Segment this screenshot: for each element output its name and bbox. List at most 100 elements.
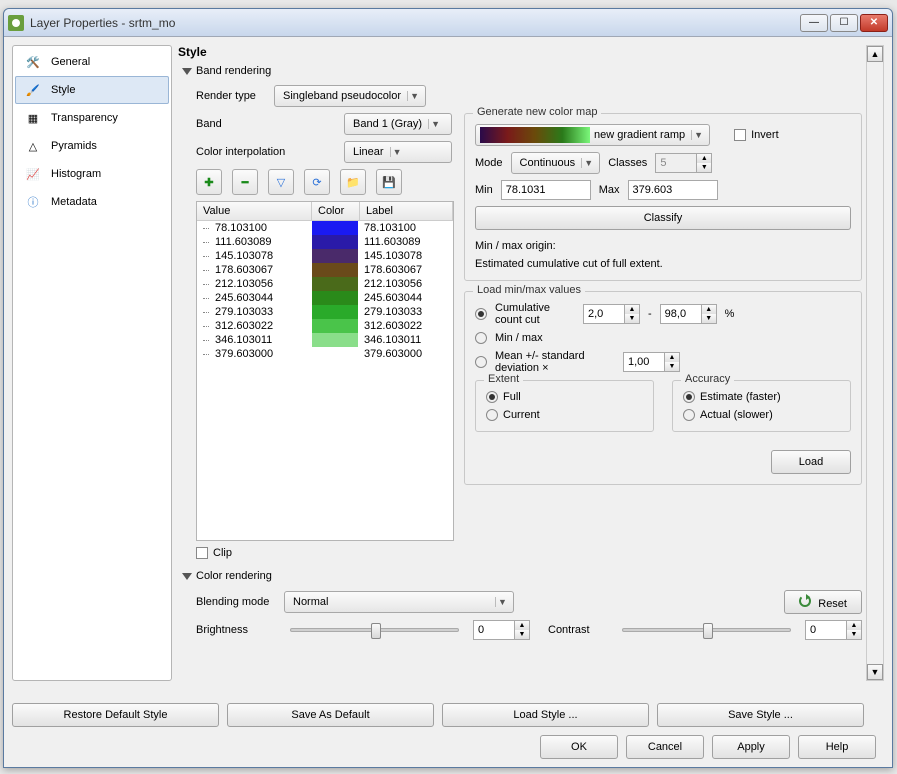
up-icon[interactable]: ▲ [702, 305, 716, 314]
extent-current-radio[interactable]: Current [486, 409, 540, 421]
gradient-combo[interactable]: new gradient ramp ▼ [475, 124, 710, 146]
down-icon[interactable]: ▼ [625, 314, 639, 323]
cell-label: 279.103033 [360, 306, 453, 318]
down-icon[interactable]: ▼ [702, 314, 716, 323]
section-title: Band rendering [196, 65, 271, 77]
stddev-input[interactable] [623, 352, 665, 372]
reset-button[interactable]: Reset [784, 590, 862, 614]
color-table: Value Color Label 78.10310078.103100111.… [196, 201, 454, 541]
sidebar-item-metadata[interactable]: ⓘ Metadata [15, 188, 169, 216]
scroll-track[interactable] [868, 62, 882, 664]
col-value[interactable]: Value [197, 202, 312, 220]
contrast-input[interactable] [805, 620, 847, 640]
page-title: Style [178, 45, 862, 59]
blend-combo[interactable]: Normal ▼ [284, 591, 514, 613]
brightness-spinner[interactable]: ▲▼ [473, 620, 530, 640]
table-row[interactable]: 245.603044245.603044 [197, 291, 453, 305]
load-style-button[interactable]: Load Style ... [442, 703, 649, 727]
cum-lo-input[interactable] [583, 304, 625, 324]
open-file-button[interactable]: 📁 [340, 169, 366, 195]
titlebar[interactable]: Layer Properties - srtm_mo — ☐ ✕ [4, 9, 892, 37]
table-row[interactable]: 379.603000379.603000 [197, 347, 453, 361]
band-combo[interactable]: Band 1 (Gray) ▼ [344, 113, 452, 135]
accuracy-est-radio[interactable]: Estimate (faster) [683, 391, 781, 403]
cum-lo-spinner[interactable]: ▲▼ [583, 304, 640, 324]
col-label[interactable]: Label [360, 202, 453, 220]
max-input[interactable] [628, 180, 718, 200]
table-row[interactable]: 78.10310078.103100 [197, 221, 453, 235]
down-icon[interactable]: ▼ [697, 163, 711, 172]
classes-label: Classes [608, 157, 647, 169]
add-entry-button[interactable]: ✚ [196, 169, 222, 195]
scroll-down-icon[interactable]: ▼ [867, 664, 883, 680]
accuracy-act-radio[interactable]: Actual (slower) [683, 409, 773, 421]
cumulative-radio[interactable] [475, 308, 487, 320]
down-icon[interactable]: ▼ [847, 630, 861, 639]
sidebar-item-histogram[interactable]: 📈 Histogram [15, 160, 169, 188]
up-icon[interactable]: ▲ [515, 621, 529, 630]
save-file-button[interactable]: 💾 [376, 169, 402, 195]
up-icon[interactable]: ▲ [697, 154, 711, 163]
up-icon[interactable]: ▲ [625, 305, 639, 314]
render-type-combo[interactable]: Singleband pseudocolor ▼ [274, 85, 426, 107]
sidebar-item-style[interactable]: 🖌️ Style [15, 76, 169, 104]
cum-hi-spinner[interactable]: ▲▼ [660, 304, 717, 324]
minimize-button[interactable]: — [800, 14, 828, 32]
remove-entry-button[interactable]: ━ [232, 169, 258, 195]
table-row[interactable]: 279.103033279.103033 [197, 305, 453, 319]
extent-full-radio[interactable]: Full [486, 391, 521, 403]
minmax-radio[interactable] [475, 332, 487, 344]
refresh-button[interactable]: ⟳ [304, 169, 330, 195]
col-color[interactable]: Color [312, 202, 360, 220]
sidebar-item-transparency[interactable]: ▦ Transparency [15, 104, 169, 132]
cell-value: 78.103100 [197, 222, 312, 234]
sidebar-item-general[interactable]: 🛠️ General [15, 48, 169, 76]
close-button[interactable]: ✕ [860, 14, 888, 32]
cell-value: 145.103078 [197, 250, 312, 262]
table-row[interactable]: 145.103078145.103078 [197, 249, 453, 263]
help-button[interactable]: Help [798, 735, 876, 759]
down-icon[interactable]: ▼ [665, 362, 679, 371]
sort-button[interactable]: ▽ [268, 169, 294, 195]
apply-button[interactable]: Apply [712, 735, 790, 759]
stddev-radio[interactable] [475, 356, 487, 368]
table-row[interactable]: 312.603022312.603022 [197, 319, 453, 333]
restore-default-button[interactable]: Restore Default Style [12, 703, 219, 727]
collapse-icon[interactable] [182, 68, 192, 75]
cancel-button[interactable]: Cancel [626, 735, 704, 759]
classify-button[interactable]: Classify [475, 206, 851, 230]
brightness-input[interactable] [473, 620, 515, 640]
table-row[interactable]: 178.603067178.603067 [197, 263, 453, 277]
clip-checkbox[interactable]: Clip [196, 547, 232, 559]
reset-icon [799, 595, 811, 607]
brightness-slider[interactable] [290, 628, 459, 632]
mode-combo[interactable]: Continuous ▼ [511, 152, 601, 174]
contrast-slider[interactable] [622, 628, 791, 632]
down-icon[interactable]: ▼ [515, 630, 529, 639]
table-row[interactable]: 212.103056212.103056 [197, 277, 453, 291]
load-button[interactable]: Load [771, 450, 851, 474]
pct-label: % [725, 308, 735, 320]
stddev-spinner[interactable]: ▲▼ [623, 352, 680, 372]
cell-value: 379.603000 [197, 348, 312, 360]
up-icon[interactable]: ▲ [665, 353, 679, 362]
maximize-button[interactable]: ☐ [830, 14, 858, 32]
invert-checkbox[interactable]: Invert [734, 129, 779, 141]
contrast-label: Contrast [548, 624, 608, 636]
table-row[interactable]: 346.103011346.103011 [197, 333, 453, 347]
save-style-button[interactable]: Save Style ... [657, 703, 864, 727]
vertical-scrollbar[interactable]: ▲ ▼ [866, 45, 884, 681]
sidebar-item-pyramids[interactable]: △ Pyramids [15, 132, 169, 160]
scroll-up-icon[interactable]: ▲ [867, 46, 883, 62]
save-default-button[interactable]: Save As Default [227, 703, 434, 727]
classes-input[interactable] [655, 153, 697, 173]
collapse-icon[interactable] [182, 573, 192, 580]
up-icon[interactable]: ▲ [847, 621, 861, 630]
table-row[interactable]: 111.603089111.603089 [197, 235, 453, 249]
min-input[interactable] [501, 180, 591, 200]
ok-button[interactable]: OK [540, 735, 618, 759]
cum-hi-input[interactable] [660, 304, 702, 324]
contrast-spinner[interactable]: ▲▼ [805, 620, 862, 640]
classes-spinner[interactable]: ▲▼ [655, 153, 712, 173]
interp-combo[interactable]: Linear ▼ [344, 141, 452, 163]
